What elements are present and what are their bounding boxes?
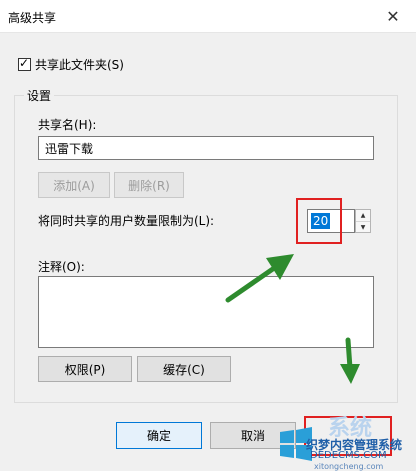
add-button[interactable]: 添加(A) xyxy=(38,172,110,198)
remove-button[interactable]: 删除(R) xyxy=(114,172,184,198)
highlight-box-limit xyxy=(296,198,342,244)
user-limit-label: 将同时共享的用户数量限制为(L): xyxy=(38,214,215,228)
ok-button-label: 确定 xyxy=(146,429,171,443)
share-name-label: 共享名(H): xyxy=(38,118,97,132)
ok-button[interactable]: 确定 xyxy=(116,422,202,449)
close-icon: ✕ xyxy=(386,6,400,26)
share-folder-checkbox[interactable]: ✓ 共享此文件夹(S) xyxy=(18,56,124,73)
comment-label: 注释(O): xyxy=(38,260,85,274)
comment-textarea[interactable] xyxy=(38,276,374,348)
share-name-value: 迅雷下载 xyxy=(45,142,94,156)
share-name-input[interactable]: 迅雷下载 xyxy=(38,136,374,160)
window-title: 高级共享 xyxy=(8,11,57,25)
permissions-button[interactable]: 权限(P) xyxy=(38,356,132,382)
spin-down-icon[interactable]: ▼ xyxy=(356,221,370,233)
highlight-box-apply xyxy=(304,416,392,456)
cache-button-label: 缓存(C) xyxy=(163,362,205,377)
title-bar: 高级共享 ✕ xyxy=(0,0,416,33)
permissions-button-label: 权限(P) xyxy=(64,362,106,377)
watermark-line3: xitongcheng.com xyxy=(314,462,384,471)
cancel-button[interactable]: 取消 xyxy=(210,422,296,449)
checkbox-checked-icon[interactable]: ✓ xyxy=(18,56,31,71)
settings-legend: 设置 xyxy=(24,87,55,104)
spin-up-icon[interactable]: ▲ xyxy=(356,210,370,221)
user-limit-spinner[interactable]: ▲ ▼ xyxy=(355,209,371,233)
remove-button-label: 删除(R) xyxy=(128,178,170,193)
share-folder-label: 共享此文件夹(S) xyxy=(35,58,124,72)
add-button-label: 添加(A) xyxy=(53,178,95,193)
cache-button[interactable]: 缓存(C) xyxy=(137,356,231,382)
cancel-button-label: 取消 xyxy=(240,429,265,443)
close-button[interactable]: ✕ xyxy=(370,0,416,32)
